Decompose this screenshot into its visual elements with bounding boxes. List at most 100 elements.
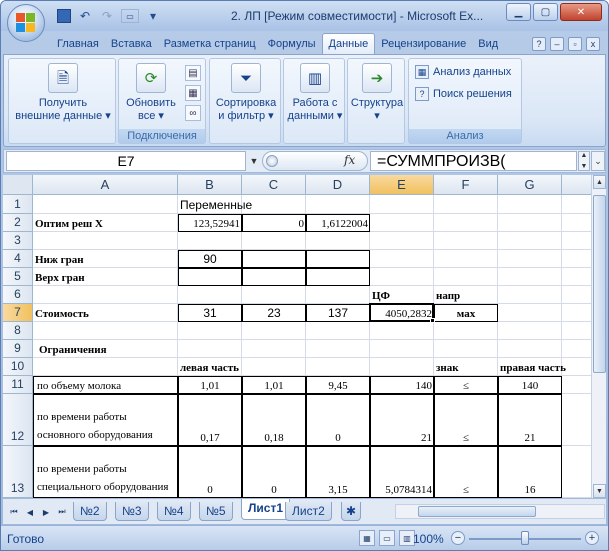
cell-B11[interactable]: 1,01	[178, 376, 242, 394]
formula-scroll[interactable]: ▲ ▼	[578, 151, 590, 171]
maximize-button[interactable]: ▢	[533, 3, 558, 21]
cell-E12[interactable]: 21	[370, 394, 434, 446]
ribbon-tab-5[interactable]: Рецензирование	[375, 35, 472, 54]
cell-D11[interactable]: 9,45	[306, 376, 370, 394]
expand-formula-bar-icon[interactable]: ⌄	[591, 151, 605, 171]
vertical-scrollbar[interactable]: ▲ ▼	[591, 175, 606, 498]
ribbon-tab-0[interactable]: Главная	[51, 35, 105, 54]
cell-G13[interactable]: 16	[498, 446, 562, 498]
cell-E7[interactable]: 4050,2832	[370, 304, 434, 322]
column-header-B[interactable]: B	[178, 175, 242, 195]
connections-icon[interactable]: ▤	[185, 65, 201, 81]
row-header-4[interactable]: 4	[3, 250, 33, 268]
cell-E13[interactable]: 5,0784314	[370, 446, 434, 498]
ribbon-tab-2[interactable]: Разметка страниц	[158, 35, 262, 54]
row-header-1[interactable]: 1	[3, 195, 33, 214]
cell-F6[interactable]: напр	[434, 286, 498, 304]
cell-D13[interactable]: 3,15	[306, 446, 370, 498]
column-header-F[interactable]: F	[434, 175, 498, 195]
cell-A13[interactable]: по времени работы специального оборудова…	[33, 446, 178, 498]
column-header-E[interactable]: E	[370, 175, 434, 195]
cell-E6[interactable]: ЦФ	[370, 286, 434, 304]
horizontal-scrollbar[interactable]	[395, 504, 605, 519]
sheet-tab-0[interactable]: №2	[73, 502, 107, 521]
formula-input[interactable]: =СУММПРОИЗВ(	[370, 151, 577, 171]
edit-links-icon[interactable]: ∞	[185, 105, 201, 121]
analysis-data-button[interactable]: ▦ Анализ данных	[415, 65, 511, 79]
sheet-tab-1[interactable]: №3	[115, 502, 149, 521]
cell-E11[interactable]: 140	[370, 376, 434, 394]
row-header-11[interactable]: 11	[3, 376, 33, 394]
cell-C13[interactable]: 0	[242, 446, 306, 498]
row-header-6[interactable]: 6	[3, 286, 33, 304]
insert-sheet-icon[interactable]: ✱	[341, 502, 361, 521]
customize-icon[interactable]: ▭	[121, 9, 139, 23]
sheet-tab-5[interactable]: Лист2	[285, 502, 332, 521]
select-all-corner[interactable]	[3, 175, 33, 195]
close-button[interactable]: ✕	[560, 3, 602, 21]
minimize-button[interactable]: ▁	[506, 3, 531, 21]
save-icon[interactable]	[57, 9, 71, 23]
page-layout-icon[interactable]: ▭	[379, 530, 395, 546]
next-sheet-icon[interactable]: ▶	[39, 505, 53, 519]
cell-G11[interactable]: 140	[498, 376, 562, 394]
insert-function-icon[interactable]: fx	[344, 153, 355, 167]
cell-C2[interactable]: 0	[242, 214, 306, 232]
column-header-overflow[interactable]	[562, 175, 591, 195]
vertical-scroll-thumb[interactable]	[593, 195, 606, 373]
cell-F11[interactable]: ≤	[434, 376, 498, 394]
ribbon-minimize-icon[interactable]: ‒	[550, 37, 564, 51]
cell-F7[interactable]: мах	[434, 304, 498, 322]
cell-A2[interactable]: Оптим реш X	[33, 214, 178, 232]
cell-C7[interactable]: 23	[242, 304, 306, 322]
cell-A12[interactable]: по времени работы основного оборудования	[33, 394, 178, 446]
solver-button[interactable]: ? Поиск решения	[415, 87, 512, 101]
cell-G12[interactable]: 21	[498, 394, 562, 446]
ribbon-close-icon[interactable]: x	[586, 37, 600, 51]
row-header-10[interactable]: 10	[3, 358, 33, 376]
row-header-8[interactable]: 8	[3, 322, 33, 340]
ribbon-tab-1[interactable]: Вставка	[105, 35, 158, 54]
cell-F10[interactable]: знак	[434, 358, 498, 376]
cell-F13[interactable]: ≤	[434, 446, 498, 498]
ribbon-tab-3[interactable]: Формулы	[262, 35, 322, 54]
fill-handle[interactable]	[430, 318, 435, 323]
last-sheet-icon[interactable]: ⏭	[55, 505, 69, 519]
name-box-dropdown-icon[interactable]: ▼	[247, 151, 261, 171]
scroll-up-icon[interactable]: ▲	[593, 175, 606, 189]
cell-A5[interactable]: Верх гран	[33, 268, 178, 286]
sheet-tab-2[interactable]: №4	[157, 502, 191, 521]
zoom-in-icon[interactable]: +	[585, 531, 599, 545]
horizontal-scroll-thumb[interactable]	[418, 506, 536, 517]
cell-C12[interactable]: 0,18	[242, 394, 306, 446]
cell-F12[interactable]: ≤	[434, 394, 498, 446]
cell-B12[interactable]: 0,17	[178, 394, 242, 446]
undo-icon[interactable]: ↶	[77, 8, 93, 24]
refresh-all-button[interactable]: ⟳ Обновить все ▾	[121, 63, 181, 123]
cell-B1[interactable]: Переменные	[178, 195, 252, 214]
row-header-12[interactable]: 12	[3, 394, 33, 446]
first-sheet-icon[interactable]: ⏮	[7, 505, 21, 519]
row-header-3[interactable]: 3	[3, 232, 33, 250]
redo-icon[interactable]: ↷	[99, 8, 115, 24]
zoom-slider-thumb[interactable]	[521, 531, 529, 545]
row-header-7[interactable]: 7	[3, 304, 33, 322]
scroll-down-icon[interactable]: ▼	[593, 484, 606, 498]
sheet-tab-4[interactable]: Лист1	[241, 499, 291, 520]
cell-D7[interactable]: 137	[306, 304, 370, 322]
cell-A9[interactable]: Ограничения	[33, 340, 178, 358]
cell-A11[interactable]: по объему молока	[33, 376, 178, 394]
cell-B10[interactable]: левая часть	[178, 358, 242, 376]
qat-dropdown-icon[interactable]: ▾	[145, 8, 161, 24]
data-tools-button[interactable]: ▥ Работа с данными ▾	[285, 63, 345, 123]
name-box[interactable]: E7	[6, 151, 246, 171]
ribbon-restore-icon[interactable]: ▫	[568, 37, 582, 51]
cell-B4[interactable]: 90	[178, 250, 242, 268]
cell-D2[interactable]: 1,6122004	[306, 214, 370, 232]
zoom-level[interactable]: 100%	[413, 532, 444, 546]
ribbon-tab-6[interactable]: Вид	[472, 35, 504, 54]
office-button[interactable]	[7, 4, 45, 42]
cell-B2[interactable]: 123,52941	[178, 214, 242, 232]
cell-A4[interactable]: Ниж гран	[33, 250, 178, 268]
prev-sheet-icon[interactable]: ◀	[23, 505, 37, 519]
